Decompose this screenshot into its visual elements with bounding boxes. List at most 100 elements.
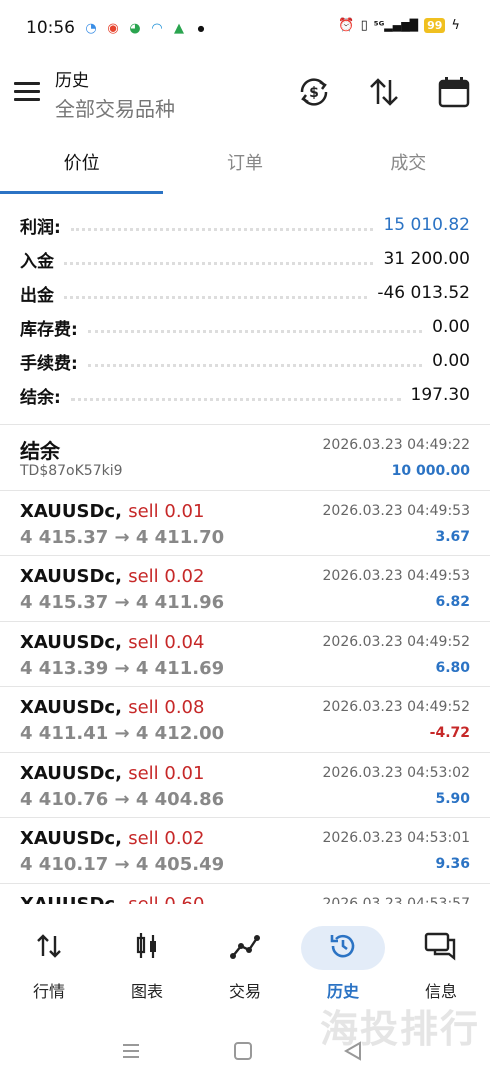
app-notification-icon: ◕ bbox=[129, 21, 141, 36]
tab-orders[interactable]: 订单 bbox=[163, 138, 326, 196]
trade-datetime: 2026.03.23 04:53:57 bbox=[322, 895, 471, 905]
trade-row[interactable]: XAUUSDc, sell 0.08 4 411.41 → 4 412.00 2… bbox=[0, 687, 490, 753]
weibo-icon: ◉ bbox=[107, 21, 119, 36]
sort-icon[interactable] bbox=[366, 74, 402, 110]
app-header: 历史 全部交易品种 $ bbox=[0, 58, 490, 138]
messages-icon bbox=[424, 932, 456, 961]
nav-trade[interactable]: 交易 bbox=[196, 904, 294, 1014]
nav-label: 行情 bbox=[32, 982, 65, 1001]
app-notification-icon: ◠ bbox=[151, 21, 163, 36]
trade-side: sell 0.60 bbox=[128, 893, 205, 905]
trade-side: sell 0.01 bbox=[128, 762, 205, 784]
summary-row-swap: 库存费: 0.00 bbox=[0, 310, 490, 344]
dotted-leader bbox=[70, 219, 374, 231]
summary-label: 入金 bbox=[20, 251, 54, 272]
summary-value: 197.30 bbox=[410, 385, 470, 405]
trade-profit: 6.82 bbox=[435, 594, 470, 610]
app-notification-icon: ▲ bbox=[174, 21, 184, 36]
summary-value: -46 013.52 bbox=[377, 283, 470, 303]
trade-datetime: 2026.03.23 04:53:02 bbox=[322, 764, 471, 781]
system-indicators: ⏰ ▯ ⁵ᴳ▂▄▆█ 99 ϟ bbox=[338, 18, 460, 33]
summary-row-balance: 结余: 197.30 bbox=[0, 378, 490, 412]
charging-icon: ϟ bbox=[451, 18, 460, 33]
summary-value: 31 200.00 bbox=[383, 249, 470, 269]
trade-prices: 4 415.37 → 4 411.96 bbox=[20, 592, 225, 613]
trade-datetime: 2026.03.23 04:49:52 bbox=[322, 699, 471, 715]
summary-value: 0.00 bbox=[432, 317, 470, 337]
trade-icon bbox=[230, 935, 260, 959]
trade-datetime: 2026.03.23 04:49:52 bbox=[322, 633, 471, 650]
dotted-leader bbox=[70, 389, 401, 401]
entry-title: 结余 bbox=[20, 439, 60, 463]
summary-panel: 利润: 15 010.82 入金 31 200.00 出金 -46 013.52… bbox=[0, 208, 490, 412]
trade-profit: 5.90 bbox=[435, 790, 470, 807]
recent-apps-icon[interactable] bbox=[120, 1040, 142, 1062]
trade-symbol: XAUUSDc, sell 0.02 bbox=[20, 828, 205, 849]
summary-row-withdrawal: 出金 -46 013.52 bbox=[0, 276, 490, 310]
summary-label: 手续费: bbox=[20, 353, 78, 374]
page-title: 历史 bbox=[55, 71, 89, 91]
trade-row[interactable]: XAUUSDc, sell 0.01 4 415.37 → 4 411.70 2… bbox=[0, 491, 490, 556]
history-list[interactable]: 结余 TD$87oK57ki9 2026.03.23 04:49:22 10 0… bbox=[0, 424, 490, 904]
summary-row-profit: 利润: 15 010.82 bbox=[0, 208, 490, 242]
currency-exchange-icon[interactable]: $ bbox=[296, 74, 332, 110]
trade-datetime: 2026.03.23 04:49:53 bbox=[322, 502, 471, 519]
alarm-icon: ⏰ bbox=[338, 18, 355, 33]
svg-text:$: $ bbox=[309, 85, 319, 101]
app-notification-icon: ◔ bbox=[85, 21, 97, 36]
trade-symbol: XAUUSDc, sell 0.02 bbox=[20, 566, 205, 587]
trade-symbol: XAUUSDc, sell 0.08 bbox=[20, 697, 205, 718]
dotted-leader bbox=[64, 287, 368, 299]
trade-profit: -4.72 bbox=[429, 725, 470, 741]
nav-label: 图表 bbox=[130, 982, 163, 1001]
nav-chart[interactable]: 图表 bbox=[98, 904, 196, 1014]
trade-profit: 6.80 bbox=[435, 659, 470, 676]
more-dot-icon: ● bbox=[197, 24, 205, 33]
summary-row-commission: 手续费: 0.00 bbox=[0, 344, 490, 378]
tab-positions[interactable]: 价位 bbox=[0, 138, 164, 196]
entry-datetime: 2026.03.23 04:49:22 bbox=[322, 437, 471, 453]
back-icon[interactable] bbox=[342, 1040, 364, 1062]
quotes-icon bbox=[37, 934, 61, 958]
signal-icon: ⁵ᴳ▂▄▆█ bbox=[373, 19, 419, 32]
trade-symbol: XAUUSDc, sell 0.01 bbox=[20, 500, 205, 522]
balance-entry[interactable]: 结余 TD$87oK57ki9 2026.03.23 04:49:22 10 0… bbox=[0, 425, 490, 491]
trade-profit: 9.36 bbox=[435, 856, 470, 872]
menu-icon[interactable] bbox=[14, 82, 40, 102]
trade-row[interactable]: XAUUSDc, sell 0.02 4 410.17 → 4 405.49 2… bbox=[0, 818, 490, 884]
symbol-filter[interactable]: 全部交易品种 bbox=[55, 93, 175, 122]
account-id: TD$87oK57ki9 bbox=[20, 463, 123, 479]
trade-side: sell 0.04 bbox=[128, 631, 205, 653]
notification-icons: ◔ ◉ ◕ ◠ ▲ ● bbox=[82, 20, 210, 38]
trade-row[interactable]: XAUUSDc, sell 0.60 2026.03.23 04:53:57 bbox=[0, 884, 490, 905]
summary-label: 库存费: bbox=[20, 319, 78, 340]
trade-prices: 4 415.37 → 4 411.70 bbox=[20, 526, 225, 548]
trade-prices: 4 410.76 → 4 404.86 bbox=[20, 788, 225, 810]
summary-value: 0.00 bbox=[432, 351, 470, 371]
trade-symbol: XAUUSDc, sell 0.01 bbox=[20, 762, 205, 784]
trade-row[interactable]: XAUUSDc, sell 0.02 4 415.37 → 4 411.96 2… bbox=[0, 556, 490, 622]
trade-symbol: XAUUSDc, sell 0.60 bbox=[20, 894, 204, 905]
tab-deals[interactable]: 成交 bbox=[327, 138, 490, 196]
summary-value: 15 010.82 bbox=[383, 215, 470, 235]
trade-side: sell 0.01 bbox=[128, 500, 205, 522]
trade-side: sell 0.08 bbox=[128, 697, 205, 718]
trade-profit: 3.67 bbox=[435, 528, 470, 545]
history-icon bbox=[330, 934, 355, 958]
trade-prices: 4 413.39 → 4 411.69 bbox=[20, 657, 225, 679]
summary-label: 出金 bbox=[20, 285, 54, 306]
dotted-leader bbox=[87, 355, 423, 367]
trade-row[interactable]: XAUUSDc, sell 0.01 4 410.76 → 4 404.86 2… bbox=[0, 753, 490, 818]
dotted-leader bbox=[87, 321, 423, 333]
calendar-icon[interactable] bbox=[436, 74, 472, 110]
trade-row[interactable]: XAUUSDc, sell 0.04 4 413.39 → 4 411.69 2… bbox=[0, 622, 490, 687]
entry-amount: 10 000.00 bbox=[391, 463, 470, 479]
trade-datetime: 2026.03.23 04:49:53 bbox=[322, 568, 471, 584]
nav-quotes[interactable]: 行情 bbox=[0, 904, 98, 1014]
trade-symbol: XAUUSDc, sell 0.04 bbox=[20, 631, 205, 653]
battery-icon: 99 bbox=[424, 18, 446, 33]
home-icon[interactable] bbox=[232, 1040, 254, 1062]
history-tabs: 价位 订单 成交 bbox=[0, 138, 490, 196]
summary-label: 结余: bbox=[20, 387, 61, 408]
vibrate-icon: ▯ bbox=[360, 18, 368, 33]
